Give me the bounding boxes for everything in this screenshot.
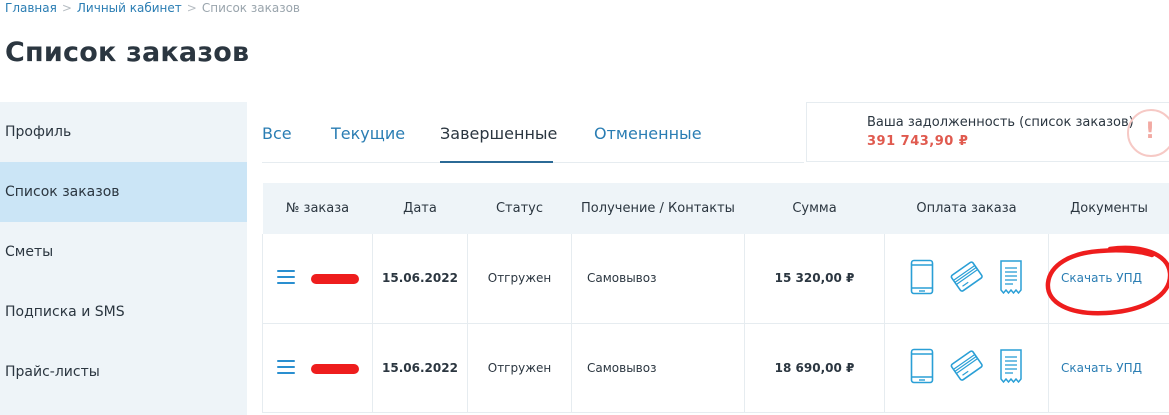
receipt-icon[interactable] <box>999 348 1023 387</box>
download-upd-link[interactable]: Скачать УПД <box>1061 271 1142 285</box>
column-header-order-number: № заказа <box>262 183 373 234</box>
tab-all[interactable]: Все <box>262 124 292 143</box>
column-header-delivery: Получение / Контакты <box>571 183 745 234</box>
order-status: Отгружен <box>467 323 572 413</box>
column-header-payment: Оплата заказа <box>884 183 1049 234</box>
table-header-row: № заказа Дата Статус Получение / Контакт… <box>262 183 1169 234</box>
sidebar-item-pricelists[interactable]: Прайс-листы <box>0 342 247 402</box>
order-sum: 18 690,00 ₽ <box>744 323 885 413</box>
alert-icon-glyph: ! <box>1145 119 1156 144</box>
order-tabs: Все Текущие Завершенные Отмененные <box>262 102 804 163</box>
download-upd-link[interactable]: Скачать УПД <box>1061 361 1142 375</box>
payment-options <box>884 234 1049 324</box>
documents-cell: Скачать УПД <box>1048 323 1169 413</box>
column-header-date: Дата <box>372 183 468 234</box>
order-status: Отгружен <box>467 234 572 324</box>
sidebar-item-orders[interactable]: Список заказов <box>0 162 247 222</box>
debt-amount: 391 743,90 ₽ <box>867 134 969 149</box>
order-delivery: Самовывоз <box>571 234 745 324</box>
table-row: 15.06.2022 Отгружен Самовывоз 15 320,00 … <box>262 234 1169 324</box>
redaction-mark <box>311 363 359 374</box>
menu-icon[interactable] <box>277 359 295 375</box>
breadcrumb-separator: > <box>61 1 72 15</box>
tab-cancelled[interactable]: Отмененные <box>594 124 702 143</box>
breadcrumb-current: Список заказов <box>201 1 300 15</box>
credit-card-icon[interactable] <box>950 348 984 387</box>
order-number-cell <box>262 323 373 413</box>
mobile-phone-icon[interactable] <box>910 259 934 298</box>
documents-cell: Скачать УПД <box>1048 234 1169 324</box>
order-date: 15.06.2022 <box>372 234 468 324</box>
breadcrumb-account[interactable]: Личный кабинет <box>77 1 182 15</box>
receipt-icon[interactable] <box>999 259 1023 298</box>
order-delivery: Самовывоз <box>571 323 745 413</box>
page-title: Список заказов <box>5 37 250 68</box>
order-date: 15.06.2022 <box>372 323 468 413</box>
column-header-sum: Сумма <box>744 183 885 234</box>
table-row: 15.06.2022 Отгружен Самовывоз 18 690,00 … <box>262 323 1169 413</box>
breadcrumb-separator: > <box>186 1 197 15</box>
column-header-documents: Документы <box>1048 183 1169 234</box>
mobile-phone-icon[interactable] <box>910 348 934 387</box>
active-tab-indicator <box>440 161 553 163</box>
payment-options <box>884 323 1049 413</box>
sidebar-item-estimates[interactable]: Сметы <box>0 222 247 282</box>
sidebar-item-subscription[interactable]: Подписка и SMS <box>0 282 247 342</box>
tab-current[interactable]: Текущие <box>331 124 405 143</box>
column-header-status: Статус <box>467 183 572 234</box>
order-sum: 15 320,00 ₽ <box>744 234 885 324</box>
debt-label: Ваша задолженность (список заказов) <box>867 115 1134 130</box>
order-number-cell <box>262 234 373 324</box>
tab-completed[interactable]: Завершенные <box>440 124 557 143</box>
credit-card-icon[interactable] <box>950 259 984 298</box>
breadcrumb: Главная > Личный кабинет > Список заказов <box>5 1 300 15</box>
sidebar-item-profile[interactable]: Профиль <box>0 102 247 162</box>
debt-panel: Ваша задолженность (список заказов) 391 … <box>806 102 1169 162</box>
redaction-mark <box>311 274 359 284</box>
alert-icon: ! <box>1127 109 1169 157</box>
sidebar: Профиль Список заказов Сметы Подписка и … <box>0 102 247 415</box>
breadcrumb-home[interactable]: Главная <box>5 1 57 15</box>
orders-table: № заказа Дата Статус Получение / Контакт… <box>262 183 1169 413</box>
menu-icon[interactable] <box>277 270 295 285</box>
